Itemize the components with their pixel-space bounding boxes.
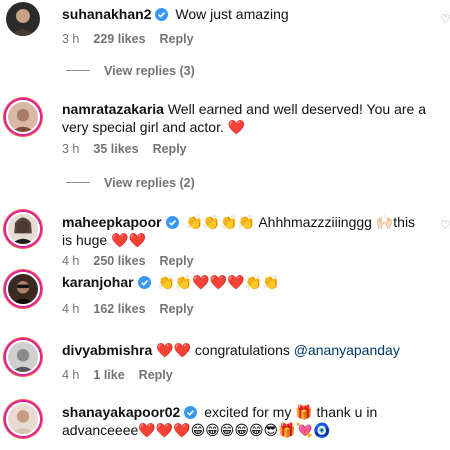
view-replies-label: View replies (3) — [104, 64, 195, 78]
comment-body: shanayakapoor02 excited for my 🎁 thank u… — [62, 403, 428, 439]
likes-count[interactable]: 1 like — [93, 368, 124, 382]
comment-body: suhanakhan2 Wow just amazing — [62, 5, 428, 23]
avatar-image — [8, 274, 38, 304]
avatar[interactable] — [6, 340, 40, 374]
username[interactable]: suhanakhan2 — [62, 6, 151, 22]
timestamp: 3 h — [62, 142, 80, 156]
reply-button[interactable]: Reply — [153, 142, 187, 156]
reply-button[interactable]: Reply — [160, 302, 194, 316]
comment-text: ❤️❤️ congratulations — [156, 342, 294, 358]
reply-button[interactable]: Reply — [139, 368, 173, 382]
verified-badge-icon — [184, 406, 198, 419]
timestamp: 4 h — [62, 368, 80, 382]
reply-button[interactable]: Reply — [160, 32, 194, 46]
avatar[interactable] — [6, 2, 40, 36]
view-replies-label: View replies (2) — [104, 176, 195, 190]
reply-button[interactable]: Reply — [160, 254, 194, 268]
avatar[interactable] — [6, 212, 40, 246]
username[interactable]: maheepkapoor — [62, 214, 162, 230]
heart-outline-icon[interactable]: ♡ — [440, 12, 450, 26]
likes-count[interactable]: 250 likes — [93, 254, 145, 268]
comment-meta: 4 h 250 likes Reply — [62, 253, 208, 269]
comment-body: karanjohar 👏👏❤️❤️❤️👏👏 — [62, 273, 428, 291]
mention-link[interactable]: @ananyapanday — [294, 342, 400, 358]
likes-count[interactable]: 162 likes — [93, 302, 145, 316]
username[interactable]: namratazakaria — [62, 101, 164, 117]
heart-outline-icon[interactable]: ♡ — [440, 218, 450, 232]
divider-line — [66, 182, 90, 183]
avatar-image — [8, 102, 38, 132]
verified-badge-icon — [155, 8, 169, 21]
username[interactable]: divyabmishra — [62, 342, 152, 358]
avatar[interactable] — [6, 272, 40, 306]
timestamp: 3 h — [62, 32, 80, 46]
avatar-image — [8, 214, 38, 244]
view-replies-button[interactable]: View replies (2) — [66, 175, 195, 191]
timestamp: 4 h — [62, 254, 80, 268]
likes-count[interactable]: 229 likes — [93, 32, 145, 46]
comment-text: Wow just amazing — [175, 6, 289, 22]
avatar[interactable] — [6, 402, 40, 436]
comment-body: maheepkapoor 👏👏👏👏 Ahhhmazzziiinggg 🙌🏻thi… — [62, 213, 428, 249]
timestamp: 4 h — [62, 302, 80, 316]
verified-badge-icon — [165, 216, 179, 229]
username[interactable]: shanayakapoor02 — [62, 404, 180, 420]
view-replies-button[interactable]: View replies (3) — [66, 63, 195, 79]
username[interactable]: karanjohar — [62, 274, 134, 290]
avatar-image — [6, 2, 40, 36]
comment-meta: 4 h 162 likes Reply — [62, 301, 208, 317]
divider-line — [66, 70, 90, 71]
comment-meta: 4 h 1 like Reply — [62, 367, 187, 383]
comment-meta: 3 h 229 likes Reply — [62, 31, 208, 47]
likes-count[interactable]: 35 likes — [93, 142, 138, 156]
comment-body: divyabmishra ❤️❤️ congratulations @anany… — [62, 341, 428, 359]
comment-text: 👏👏❤️❤️❤️👏👏 — [157, 274, 280, 290]
verified-badge-icon — [137, 276, 151, 289]
comment-meta: 3 h 35 likes Reply — [62, 141, 201, 157]
avatar[interactable] — [6, 100, 40, 134]
comment-body: namratazakaria Well earned and well dese… — [62, 100, 428, 136]
avatar-image — [8, 404, 38, 434]
avatar-image — [8, 342, 38, 372]
